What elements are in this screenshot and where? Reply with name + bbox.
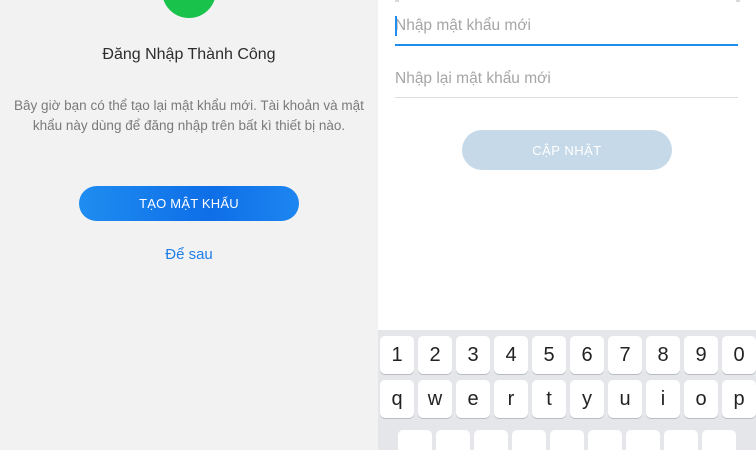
key-5[interactable]: 5 — [532, 336, 566, 374]
success-check-circle-icon — [162, 0, 216, 18]
key-7[interactable]: 7 — [608, 336, 642, 374]
keyboard-key[interactable] — [702, 430, 736, 450]
key-r[interactable]: r — [494, 380, 528, 418]
key-u[interactable]: u — [608, 380, 642, 418]
key-1[interactable]: 1 — [380, 336, 414, 374]
key-0[interactable]: 0 — [722, 336, 756, 374]
new-password-input[interactable] — [395, 8, 738, 44]
key-e[interactable]: e — [456, 380, 490, 418]
text-caret — [395, 16, 397, 36]
key-i[interactable]: i — [646, 380, 680, 418]
key-q[interactable]: q — [380, 380, 414, 418]
key-p[interactable]: p — [722, 380, 756, 418]
keyboard-key[interactable] — [626, 430, 660, 450]
keyboard-key[interactable] — [436, 430, 470, 450]
key-6[interactable]: 6 — [570, 336, 604, 374]
key-8[interactable]: 8 — [646, 336, 680, 374]
update-button[interactable]: CẬP NHẬT — [462, 130, 672, 170]
new-password-field[interactable] — [395, 8, 738, 46]
key-2[interactable]: 2 — [418, 336, 452, 374]
keyboard-key[interactable] — [664, 430, 698, 450]
success-title: Đăng Nhập Thành Công — [102, 46, 276, 63]
key-9[interactable]: 9 — [684, 336, 718, 374]
confirm-password-input[interactable] — [395, 60, 738, 97]
scroll-edge-mark — [395, 0, 399, 2]
update-password-panel: CẬP NHẬT 1234567890 qwertyuiop — [378, 0, 756, 450]
keyboard-key[interactable] — [512, 430, 546, 450]
key-w[interactable]: w — [418, 380, 452, 418]
scroll-edge-mark — [736, 0, 740, 2]
key-o[interactable]: o — [684, 380, 718, 418]
key-t[interactable]: t — [532, 380, 566, 418]
login-success-panel: Đăng Nhập Thành Công Bây giờ bạn có thể … — [0, 0, 378, 450]
create-password-button[interactable]: TẠO MẬT KHẨU — [79, 186, 299, 221]
key-4[interactable]: 4 — [494, 336, 528, 374]
keyboard-key[interactable] — [588, 430, 622, 450]
later-link[interactable]: Để sau — [0, 246, 378, 263]
confirm-password-field[interactable] — [395, 60, 738, 98]
on-screen-keyboard: 1234567890 qwertyuiop — [378, 330, 756, 450]
keyboard-key[interactable] — [474, 430, 508, 450]
keyboard-key[interactable] — [550, 430, 584, 450]
success-description: Bây giờ bạn có thể tạo lại mật khẩu mới.… — [14, 98, 364, 133]
key-3[interactable]: 3 — [456, 336, 490, 374]
keyboard-key[interactable] — [398, 430, 432, 450]
key-y[interactable]: y — [570, 380, 604, 418]
